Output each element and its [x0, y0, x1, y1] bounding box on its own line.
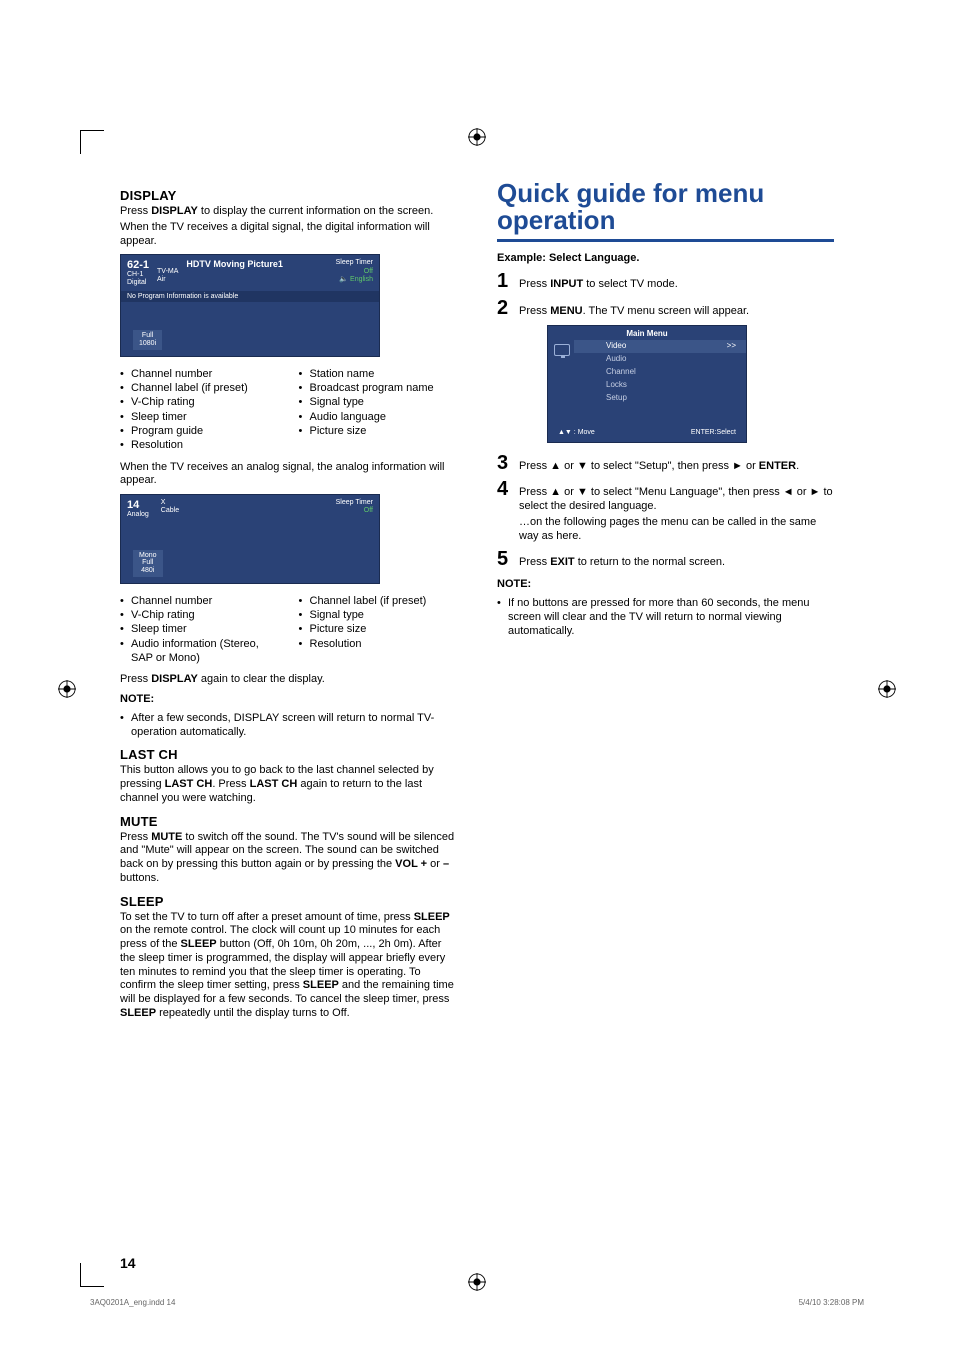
osd1-bar: No Program Information is available	[121, 291, 379, 302]
menu-item-video[interactable]: Video>>	[574, 340, 746, 353]
lastch-heading: LAST CH	[120, 747, 457, 762]
list-item: Resolution	[299, 637, 458, 651]
display-p2: When the TV receives a digital signal, t…	[120, 221, 457, 249]
step-2: Press MENU. The TV menu screen will appe…	[519, 299, 834, 449]
menu-item-audio[interactable]: Audio	[574, 353, 746, 366]
crop-mark-tl	[80, 130, 104, 154]
speaker-icon	[339, 276, 350, 283]
list-item: Picture size	[299, 424, 458, 438]
list-item: Audio language	[299, 410, 458, 424]
note-item-right: If no buttons are pressed for more than …	[497, 596, 834, 639]
tv-icon	[554, 344, 570, 356]
osd1-program: HDTV Moving Picture1	[178, 259, 335, 269]
menu-title: Main Menu	[548, 326, 746, 340]
registration-mark-left	[58, 680, 76, 698]
list-item: Sleep timer	[120, 410, 279, 424]
list-item: V-Chip rating	[120, 608, 279, 622]
list-item: Sleep timer	[120, 622, 279, 636]
osd-main-menu: Main Menu Video>> Audio Channel Locks Se…	[547, 325, 747, 443]
list-item: Audio information (Stereo, SAP or Mono)	[120, 637, 279, 666]
step-number: 2	[497, 298, 519, 318]
footer-file: 3AQ0201A_eng.indd 14	[90, 1298, 175, 1307]
note-heading: NOTE:	[120, 693, 457, 707]
page-number: 14	[120, 1255, 136, 1271]
list-item: Program guide	[120, 424, 279, 438]
step-number: 3	[497, 453, 519, 473]
registration-mark-bottom	[468, 1273, 486, 1291]
step-4: Press ▲ or ▼ to select "Menu Language", …	[519, 480, 834, 545]
osd1-channel: 62-1	[127, 259, 149, 271]
display-list1: Channel number Channel label (if preset)…	[120, 363, 457, 457]
note-item: After a few seconds, DISPLAY screen will…	[120, 711, 457, 740]
list-item: V-Chip rating	[120, 395, 279, 409]
right-column: Quick guide for menu operation Example: …	[497, 180, 834, 1023]
sleep-heading: SLEEP	[120, 894, 457, 909]
mute-p: Press MUTE to switch off the sound. The …	[120, 831, 457, 886]
step-number: 4	[497, 479, 519, 499]
mute-heading: MUTE	[120, 814, 457, 829]
display-p3: When the TV receives an analog signal, t…	[120, 461, 457, 489]
crop-mark-bl	[80, 1263, 104, 1287]
list-item: Broadcast program name	[299, 381, 458, 395]
list-item: Resolution	[120, 438, 279, 452]
menu-hint-move: ▲▼ : Move	[558, 429, 595, 438]
step-1: Press INPUT to select TV mode.	[519, 272, 834, 294]
left-column: DISPLAY Press DISPLAY to display the cur…	[120, 180, 457, 1023]
osd-analog: 14 Analog X Cable Sleep Timer Off Mono F…	[120, 494, 380, 584]
step-number: 1	[497, 271, 519, 291]
step-5: Press EXIT to return to the normal scree…	[519, 550, 834, 572]
menu-hint-select: ENTER:Select	[691, 429, 736, 438]
menu-item-channel[interactable]: Channel	[574, 366, 746, 379]
list-item: Channel number	[120, 367, 279, 381]
display-p1: Press DISPLAY to display the current inf…	[120, 205, 457, 219]
display-p4: Press DISPLAY again to clear the display…	[120, 673, 457, 687]
sleep-p: To set the TV to turn off after a preset…	[120, 911, 457, 1021]
registration-mark-top	[468, 128, 486, 146]
print-footer: 3AQ0201A_eng.indd 14 5/4/10 3:28:08 PM	[90, 1298, 864, 1307]
step-3: Press ▲ or ▼ to select "Setup", then pre…	[519, 454, 834, 476]
list-item: Channel number	[120, 594, 279, 608]
list-item: Station name	[299, 367, 458, 381]
list-item: Channel label (if preset)	[120, 381, 279, 395]
step-number: 5	[497, 549, 519, 569]
list-item: Signal type	[299, 395, 458, 409]
menu-item-locks[interactable]: Locks	[574, 379, 746, 392]
registration-mark-right	[878, 680, 896, 698]
list-item: Channel label (if preset)	[299, 594, 458, 608]
display-list2: Channel number V-Chip rating Sleep timer…	[120, 590, 457, 669]
list-item: Signal type	[299, 608, 458, 622]
lastch-p: This button allows you to go back to the…	[120, 764, 457, 805]
osd2-channel: 14	[127, 499, 149, 511]
example-label: Example: Select Language.	[497, 252, 834, 266]
list-item: Picture size	[299, 622, 458, 636]
menu-item-setup[interactable]: Setup	[574, 392, 746, 405]
quick-guide-title: Quick guide for menu operation	[497, 180, 834, 242]
footer-time: 5/4/10 3:28:08 PM	[799, 1298, 864, 1307]
note-heading-right: NOTE:	[497, 578, 834, 592]
display-heading: DISPLAY	[120, 188, 457, 203]
chevron-right-icon: >>	[727, 341, 736, 351]
osd-digital: 62-1 CH-1 Digital TV-MA Air HDTV Moving …	[120, 254, 380, 356]
